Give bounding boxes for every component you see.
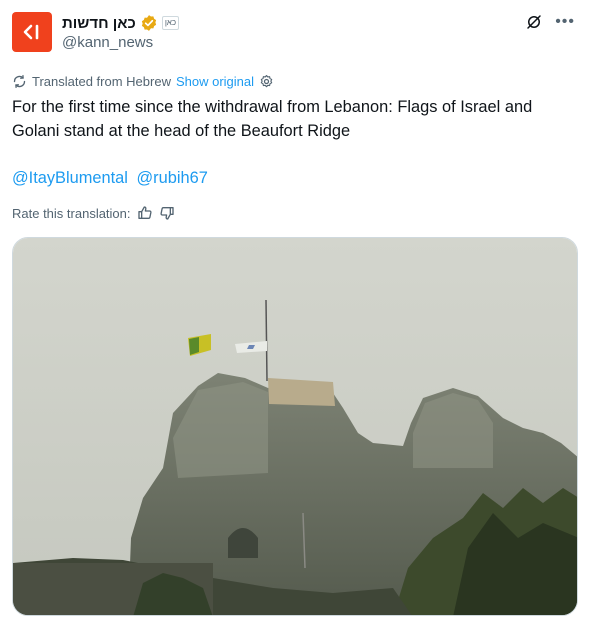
translate-icon — [13, 74, 26, 88]
translated-label: Translated from Hebrew — [32, 73, 171, 89]
tweet-photo[interactable] — [12, 237, 578, 616]
affiliate-badge[interactable]: כאן — [161, 16, 180, 30]
author-handle[interactable]: @kann_news — [62, 34, 153, 51]
kan-logo-icon — [23, 24, 39, 40]
thumbs-down-icon[interactable] — [159, 205, 175, 221]
display-name[interactable]: כאן חדשות — [62, 15, 136, 32]
avatar[interactable] — [12, 12, 52, 52]
beaufort-castle-photo — [13, 238, 577, 615]
verified-badge-icon[interactable] — [140, 14, 158, 32]
author-name-row: כאן חדשות כאן — [62, 12, 180, 34]
grok-icon[interactable] — [525, 13, 543, 31]
show-original-link[interactable]: Show original — [176, 74, 254, 89]
mention-link[interactable]: @ItayBlumental — [12, 169, 128, 187]
top-right-actions: ••• — [525, 13, 575, 31]
thumbs-up-icon[interactable] — [137, 205, 153, 221]
mentions: @ItayBlumental @rubih67 — [12, 166, 212, 190]
rate-label: Rate this translation: — [12, 205, 131, 221]
more-icon[interactable]: ••• — [555, 13, 575, 31]
tweet-text: For the first time since the withdrawal … — [12, 98, 533, 140]
gear-icon[interactable] — [259, 74, 274, 89]
translation-row: Translated from Hebrew Show original — [12, 72, 274, 90]
mention-link[interactable]: @rubih67 — [137, 169, 208, 187]
rate-translation-row: Rate this translation: — [12, 203, 175, 223]
